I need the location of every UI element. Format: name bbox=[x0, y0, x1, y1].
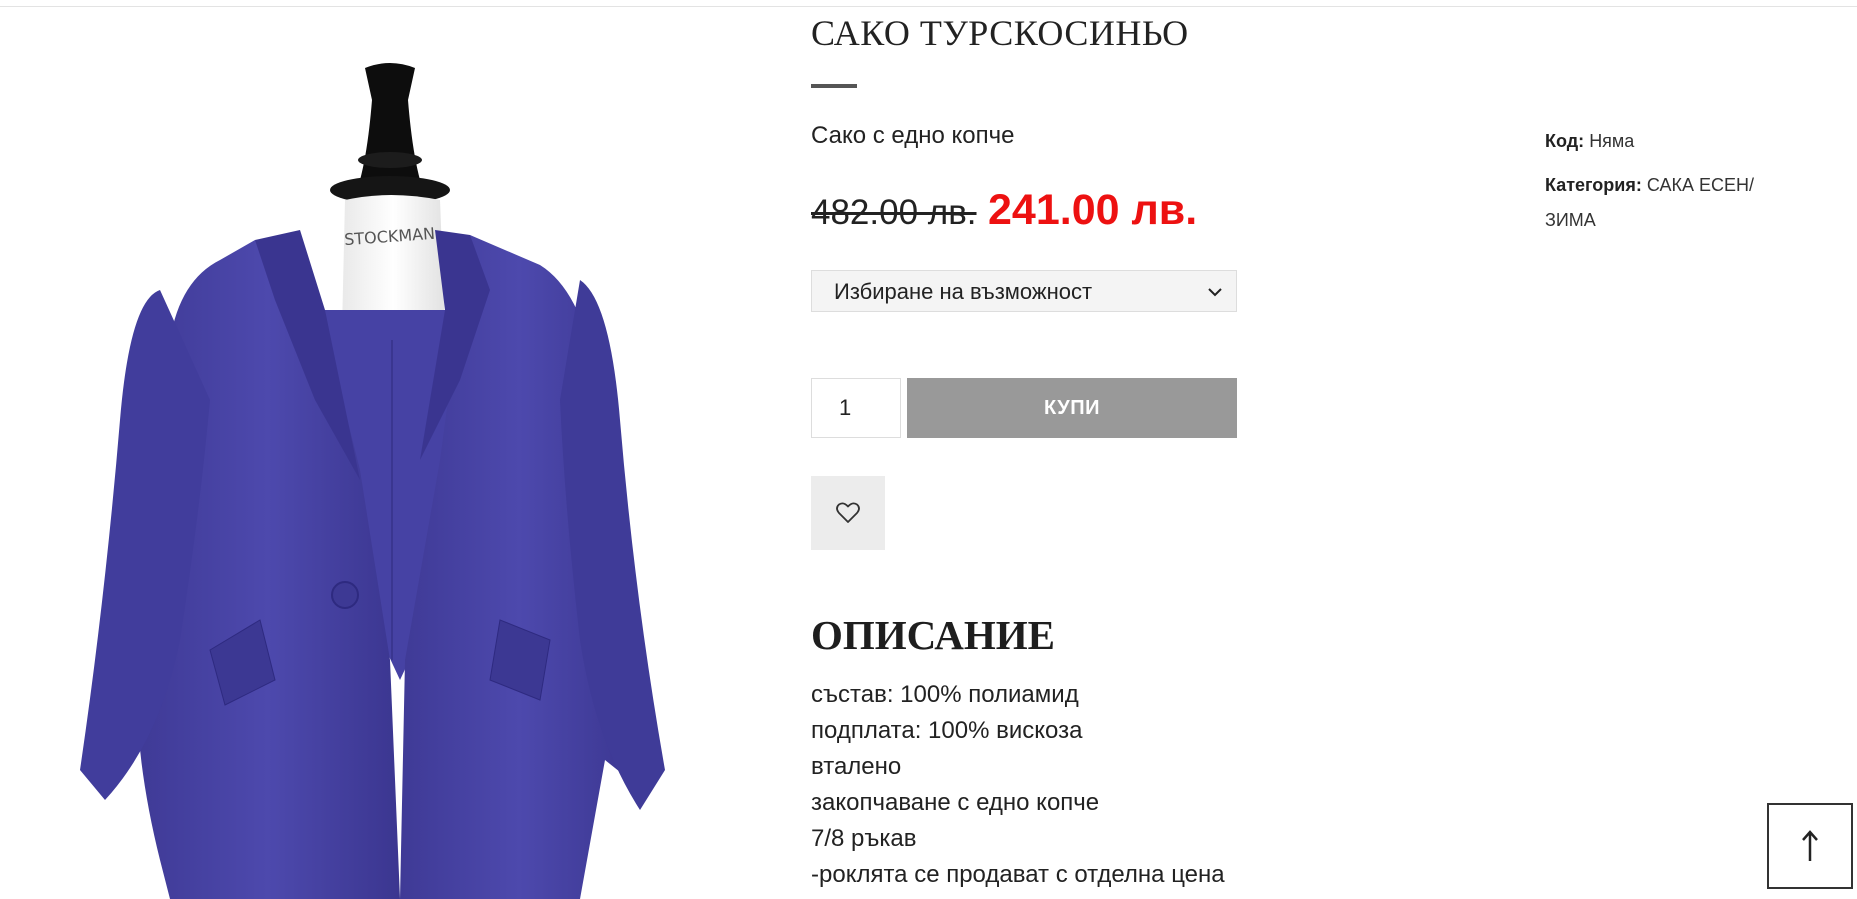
quantity-value: 1 bbox=[839, 395, 852, 420]
chevron-down-icon bbox=[1208, 288, 1222, 297]
title-underline bbox=[811, 84, 857, 88]
product-meta: Код: Няма Категория: САКА ЕСЕН/ ЗИМА bbox=[1545, 124, 1775, 247]
jacket-illustration: STOCKMAN bbox=[80, 63, 665, 899]
description-line: подплата: 100% вискоза bbox=[811, 717, 1083, 744]
description-line: състав: 100% полиамид bbox=[811, 681, 1079, 708]
description-line: -роклята се продават с отделна цена bbox=[811, 861, 1225, 888]
price-sale: 241.00 лв. bbox=[988, 186, 1198, 234]
description-heading: ОПИСАНИЕ bbox=[811, 612, 1055, 658]
wishlist-button[interactable] bbox=[811, 476, 885, 550]
jacket-button bbox=[331, 581, 359, 609]
category-label: Категория: bbox=[1545, 175, 1642, 195]
description-line: закопчаване с едно копче bbox=[811, 789, 1100, 816]
description-line: вталено bbox=[811, 753, 902, 780]
product-image[interactable]: STOCKMAN bbox=[60, 40, 760, 899]
arrow-up-icon bbox=[1802, 830, 1818, 861]
product-subtitle: Сако с едно копче bbox=[811, 122, 1015, 149]
variant-select[interactable]: Избиране на възможност bbox=[811, 270, 1237, 312]
buy-button[interactable]: КУПИ bbox=[907, 378, 1237, 438]
heart-icon bbox=[836, 502, 860, 523]
mannequin-neck bbox=[342, 195, 445, 330]
description-line: 7/8 ръкав bbox=[811, 825, 917, 852]
product-category: Категория: САКА ЕСЕН/ ЗИМА bbox=[1545, 168, 1775, 238]
price-old: 482.00 лв. bbox=[811, 193, 977, 232]
header-divider bbox=[0, 6, 1857, 7]
code-value: Няма bbox=[1589, 131, 1635, 151]
product-code: Код: Няма bbox=[1545, 124, 1775, 159]
product-title: САКО ТУРСКОСИНЬО bbox=[811, 13, 1189, 53]
quantity-input[interactable]: 1 bbox=[811, 378, 901, 438]
code-label: Код: bbox=[1545, 131, 1585, 151]
description-list: състав: 100% полиамид подплата: 100% вис… bbox=[811, 677, 1225, 893]
product-page: STOCKMAN САКО ТУРСКОСИНЬО Сако с едно ко… bbox=[0, 0, 1857, 899]
variant-select-value: Избиране на възможност bbox=[834, 279, 1093, 304]
scroll-to-top-button[interactable] bbox=[1767, 803, 1853, 889]
